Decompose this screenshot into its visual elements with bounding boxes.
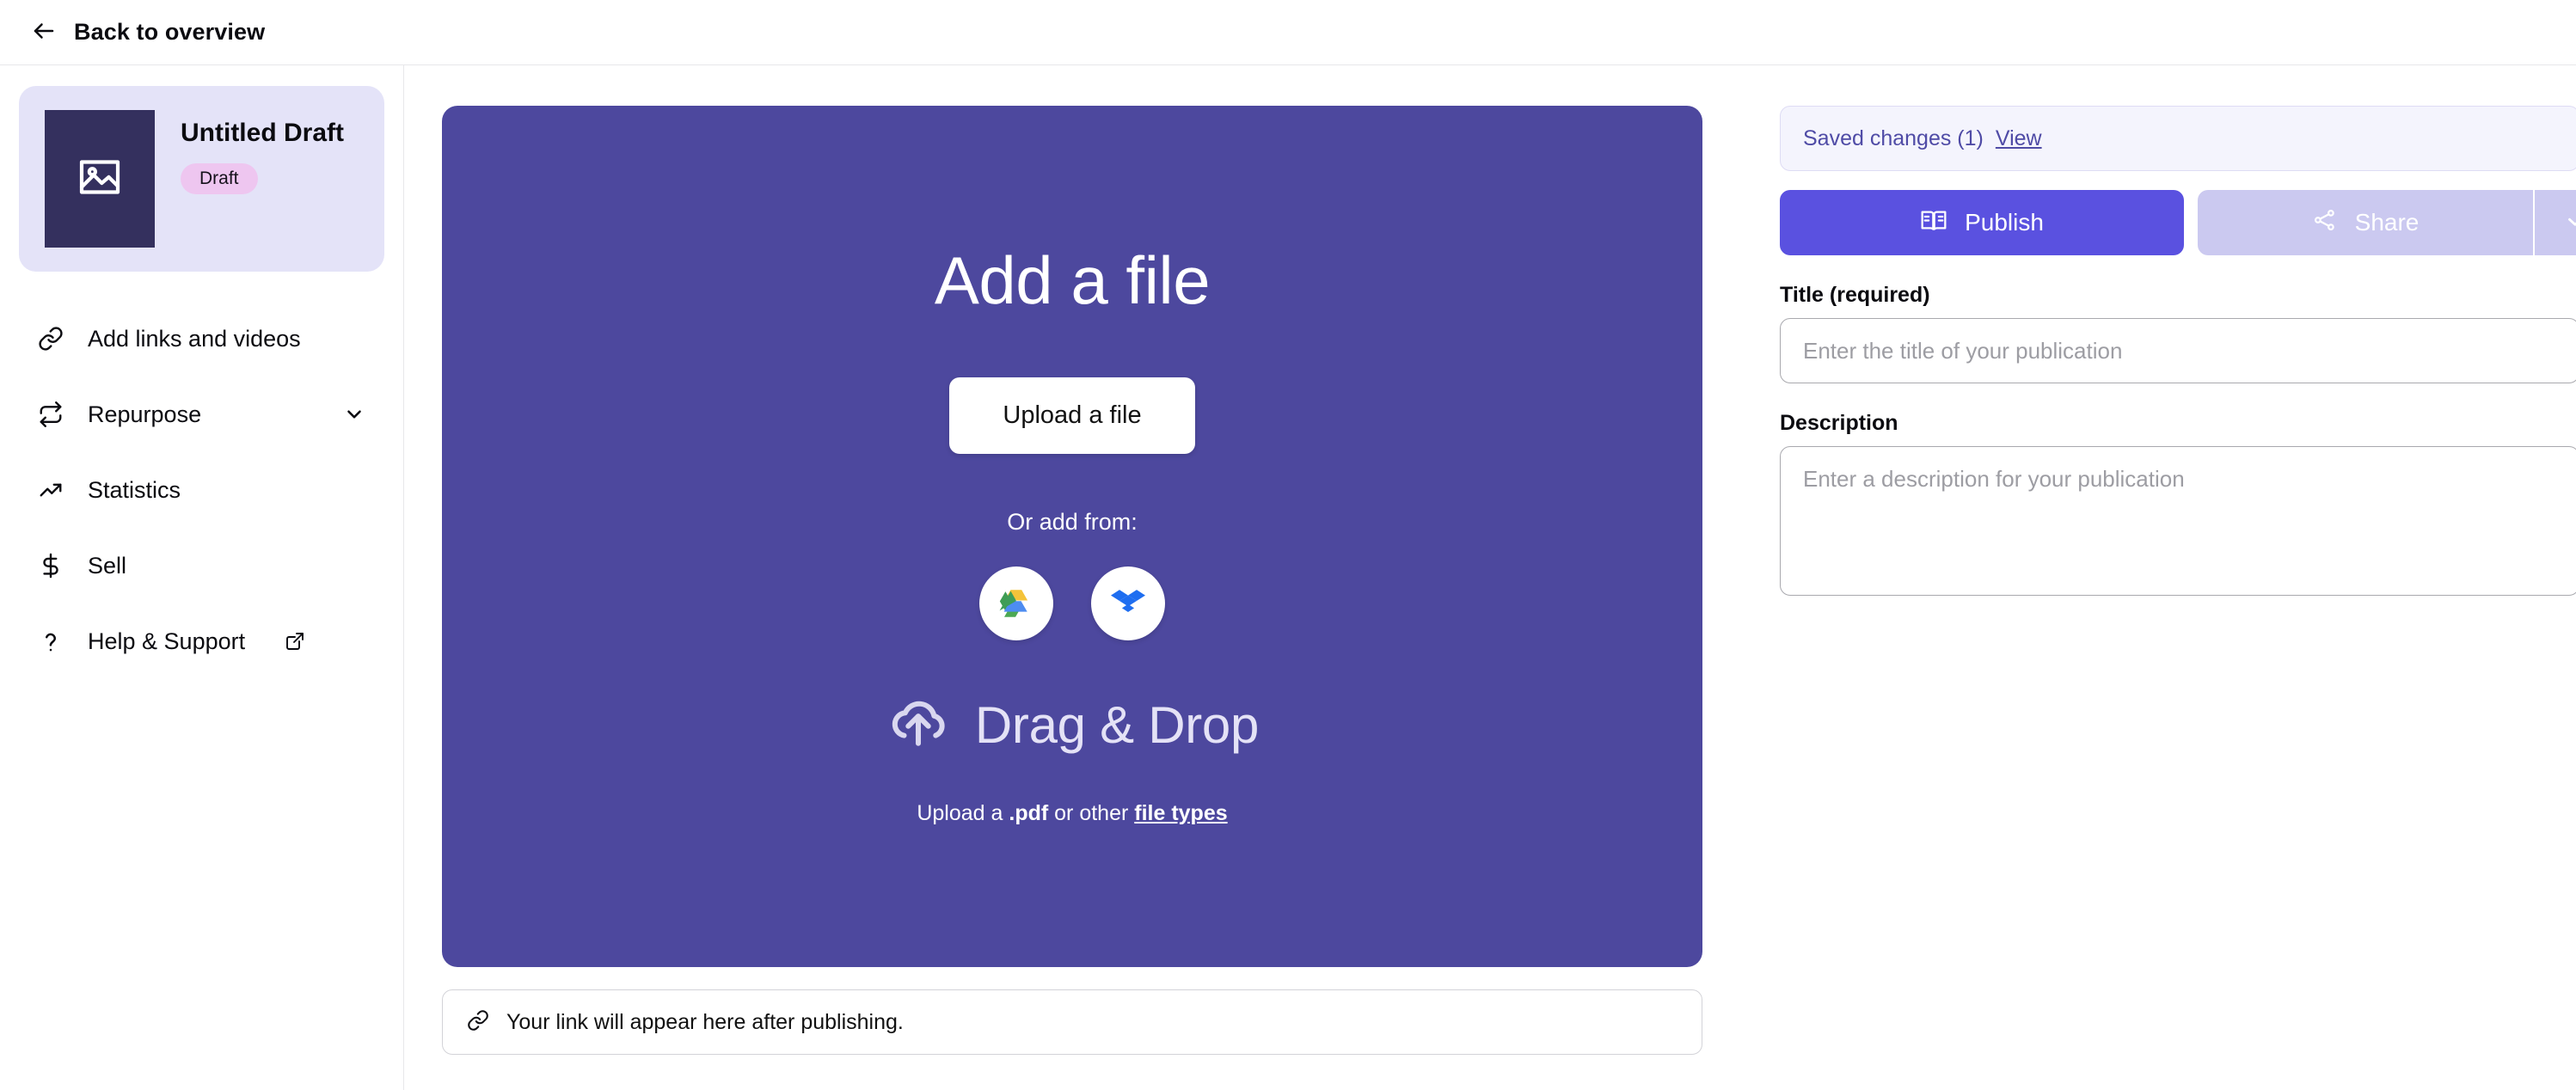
or-add-from-label: Or add from: xyxy=(1007,509,1138,535)
action-row: Publish Share xyxy=(1780,190,2576,255)
sidebar-item-repurpose[interactable]: Repurpose xyxy=(19,377,384,452)
dollar-icon xyxy=(36,553,65,579)
share-button-label: Share xyxy=(2354,209,2420,236)
share-button-group: Share xyxy=(2198,190,2576,255)
status-badge: Draft xyxy=(181,163,258,194)
top-bar: Back to overview xyxy=(0,0,2576,65)
saved-changes-bar: Saved changes (1) View xyxy=(1780,106,2576,171)
sidebar-nav: Add links and videos Repurpose Statistic… xyxy=(19,301,384,679)
cloud-provider-row xyxy=(979,566,1165,640)
link-icon xyxy=(467,1009,489,1036)
file-types-link[interactable]: file types xyxy=(1134,801,1227,825)
publish-button[interactable]: Publish xyxy=(1780,190,2184,255)
link-icon xyxy=(36,326,65,352)
chevron-down-icon xyxy=(2564,211,2576,236)
sidebar-item-label: Repurpose xyxy=(88,401,202,427)
dropbox-icon[interactable] xyxy=(1091,566,1165,640)
sidebar-item-statistics[interactable]: Statistics xyxy=(19,452,384,528)
publication-link-text: Your link will appear here after publish… xyxy=(506,1009,904,1034)
page-body: Untitled Draft Draft Add links and video… xyxy=(0,65,2576,1090)
dropzone-hint: Upload a .pdf or other file types xyxy=(917,801,1227,826)
open-book-icon xyxy=(1920,206,1947,240)
back-to-overview-label: Back to overview xyxy=(74,19,266,45)
title-input[interactable] xyxy=(1780,318,2576,383)
upload-a-file-button[interactable]: Upload a file xyxy=(949,377,1195,454)
external-link-icon xyxy=(285,631,305,652)
arrow-left-icon xyxy=(31,18,57,46)
hint-middle: or other xyxy=(1048,801,1135,825)
share-button[interactable]: Share xyxy=(2198,190,2533,255)
repeat-icon xyxy=(36,401,65,427)
main-content: Add a file Upload a file Or add from: Dr… xyxy=(404,65,1740,1090)
publication-link-bar[interactable]: Your link will appear here after publish… xyxy=(442,989,1702,1055)
image-placeholder-icon xyxy=(76,153,124,205)
draft-card[interactable]: Untitled Draft Draft xyxy=(19,86,384,272)
view-changes-link[interactable]: View xyxy=(1996,126,2042,151)
google-drive-icon[interactable] xyxy=(979,566,1053,640)
drag-and-drop-label: Drag & Drop xyxy=(974,696,1260,754)
chevron-down-icon[interactable] xyxy=(343,403,365,426)
publish-button-label: Publish xyxy=(1965,209,2044,236)
sidebar-item-sell[interactable]: Sell xyxy=(19,528,384,603)
share-dropdown-button[interactable] xyxy=(2533,190,2576,255)
sidebar-item-label: Add links and videos xyxy=(88,325,301,352)
right-panel: Saved changes (1) View Publish Share Tit… xyxy=(1740,65,2576,1090)
saved-changes-text: Saved changes (1) xyxy=(1803,126,1984,150)
cloud-upload-icon xyxy=(886,690,951,760)
sidebar: Untitled Draft Draft Add links and video… xyxy=(0,65,404,1090)
title-field-label: Title (required) xyxy=(1780,283,1930,307)
draft-thumbnail xyxy=(45,110,155,248)
draft-card-meta: Untitled Draft Draft xyxy=(181,110,344,194)
sidebar-item-help-and-support[interactable]: Help & Support xyxy=(19,603,384,679)
share-nodes-icon xyxy=(2312,207,2338,239)
file-dropzone[interactable]: Add a file Upload a file Or add from: Dr… xyxy=(442,106,1702,967)
draft-title: Untitled Draft xyxy=(181,119,344,147)
sidebar-item-label: Help & Support xyxy=(88,628,246,654)
hint-file-ext: .pdf xyxy=(1009,801,1049,825)
description-field-label: Description xyxy=(1780,411,1898,435)
question-mark-icon xyxy=(36,628,65,654)
sidebar-item-add-links-and-videos[interactable]: Add links and videos xyxy=(19,301,384,377)
dropzone-title: Add a file xyxy=(934,242,1211,318)
sidebar-item-label: Sell xyxy=(88,552,127,579)
trending-up-icon xyxy=(36,477,65,503)
back-to-overview-button[interactable]: Back to overview xyxy=(31,18,265,46)
drag-and-drop-area: Drag & Drop xyxy=(886,690,1259,760)
hint-prefix: Upload a xyxy=(917,801,1009,825)
sidebar-item-label: Statistics xyxy=(88,476,181,503)
description-input[interactable] xyxy=(1780,446,2576,596)
